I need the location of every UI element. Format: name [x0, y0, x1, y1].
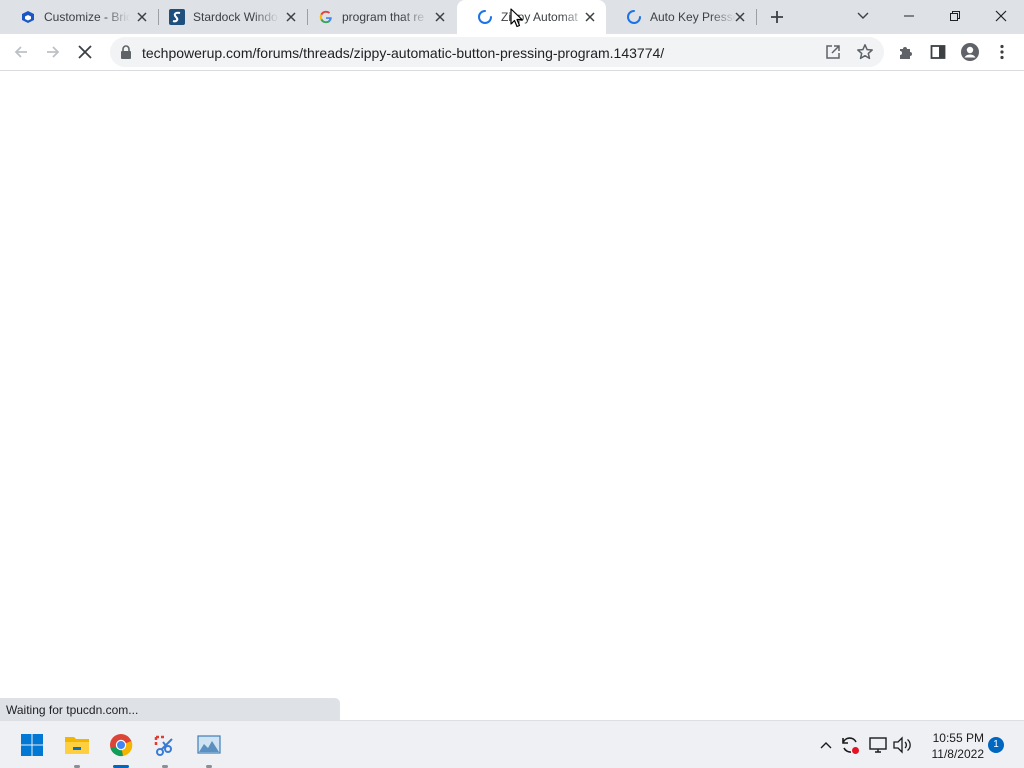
address-bar[interactable]: techpowerup.com/forums/threads/zippy-aut… [110, 37, 884, 67]
chrome-button[interactable] [105, 729, 137, 768]
speaker-icon [893, 736, 911, 754]
chrome-icon [110, 734, 133, 757]
close-window-button[interactable] [978, 0, 1024, 32]
side-panel-icon [930, 45, 946, 59]
chevron-up-icon [820, 742, 832, 749]
system-clock[interactable]: 10:55 PM 11/8/2022 [918, 730, 985, 762]
tab-zippy-active[interactable]: Zippy Automat [457, 0, 606, 34]
file-explorer-button[interactable] [61, 729, 93, 768]
start-icon [21, 734, 43, 756]
stop-icon [78, 45, 92, 59]
new-tab-button[interactable] [765, 5, 789, 29]
back-button[interactable] [7, 38, 35, 66]
clock-time: 10:55 PM [932, 731, 984, 745]
three-dots-vertical-icon [1000, 44, 1004, 60]
status-bubble: Waiting for tpucdn.com... [0, 698, 340, 720]
photo-viewer-button[interactable] [193, 729, 225, 768]
file-explorer-icon [65, 737, 89, 754]
stardock-icon [169, 9, 185, 25]
tab-google-search[interactable]: program that re [298, 0, 456, 34]
mouse-cursor-icon [510, 8, 524, 33]
close-tab-icon[interactable] [283, 9, 299, 25]
network-icon [869, 737, 887, 753]
share-icon[interactable] [824, 43, 842, 66]
windows-taskbar: 10:55 PM 11/8/2022 1 [0, 720, 1024, 768]
restore-icon [950, 11, 960, 21]
side-panel-button[interactable] [924, 38, 952, 66]
stop-loading-button[interactable] [71, 38, 99, 66]
profile-button[interactable] [956, 38, 984, 66]
close-icon [995, 10, 1007, 22]
back-arrow-icon [14, 46, 27, 58]
tab-customize[interactable]: Customize - Bric [0, 0, 158, 34]
clock-date: 11/8/2022 [931, 747, 985, 761]
bookmark-star-icon[interactable] [856, 43, 874, 66]
notification-badge[interactable]: 1 [988, 737, 1004, 753]
close-tab-icon[interactable] [732, 9, 748, 25]
tab-title: Customize - Bric [44, 10, 130, 24]
chrome-menu-button[interactable] [988, 38, 1016, 66]
tab-title: program that re [342, 10, 425, 24]
plus-icon [771, 11, 783, 23]
page-content[interactable] [0, 71, 1024, 720]
show-hidden-icons-button[interactable] [814, 733, 838, 757]
close-tab-icon[interactable] [134, 9, 150, 25]
network-button[interactable] [866, 733, 890, 757]
tab-auto-key-presser[interactable]: Auto Key Presse [606, 0, 756, 34]
tab-separator [756, 9, 757, 25]
forward-button[interactable] [39, 38, 67, 66]
loading-spinner-icon [477, 9, 493, 25]
forward-arrow-icon [47, 46, 60, 58]
url-text[interactable]: techpowerup.com/forums/threads/zippy-aut… [142, 45, 664, 61]
browser-toolbar: techpowerup.com/forums/threads/zippy-aut… [0, 34, 1024, 71]
minimize-icon [904, 15, 914, 17]
snipping-tool-button[interactable] [149, 729, 181, 768]
close-tab-icon[interactable] [432, 9, 448, 25]
volume-button[interactable] [890, 733, 914, 757]
sync-status-button[interactable] [838, 733, 862, 757]
start-button[interactable] [16, 729, 48, 761]
restore-button[interactable] [932, 0, 978, 32]
extensions-button[interactable] [892, 38, 920, 66]
snipping-tool-icon [154, 735, 173, 756]
google-icon [318, 9, 334, 25]
photo-viewer-icon [197, 735, 221, 754]
profile-avatar-icon [961, 43, 979, 61]
tab-title: Auto Key Presse [650, 10, 736, 24]
lock-icon[interactable] [120, 45, 132, 64]
minimize-button[interactable] [886, 0, 932, 32]
loading-spinner-icon [626, 9, 642, 25]
tab-search-button[interactable] [840, 0, 886, 32]
tab-stardock[interactable]: Stardock Windo [149, 0, 307, 34]
sync-alert-icon [842, 737, 859, 754]
chevron-down-icon [857, 12, 869, 19]
close-tab-icon[interactable] [582, 9, 598, 25]
tab-title: Stardock Windo [193, 10, 278, 24]
shield-cube-icon [20, 9, 36, 25]
puzzle-icon [900, 47, 912, 59]
